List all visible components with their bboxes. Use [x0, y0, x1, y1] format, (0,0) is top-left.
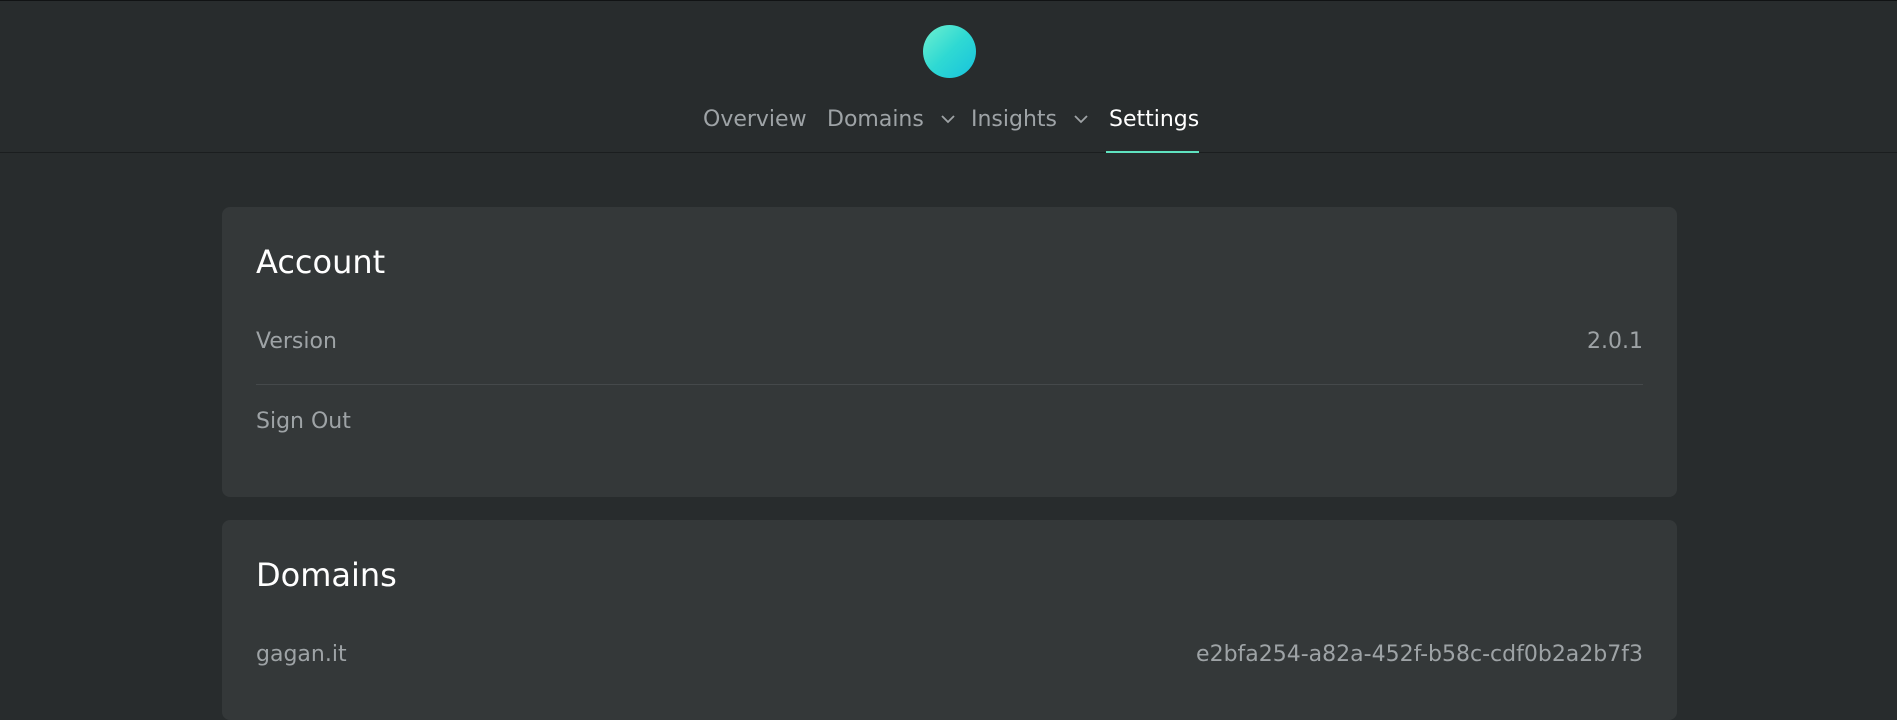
nav-item-insights[interactable]: Insights	[971, 105, 1088, 153]
version-label: Version	[256, 329, 337, 354]
row-divider	[256, 384, 1643, 385]
nav-item-label: Settings	[1109, 107, 1200, 132]
nav-item-domains[interactable]: Domains	[827, 105, 955, 153]
nav-item-settings[interactable]: Settings	[1106, 105, 1199, 153]
nav-item-overview[interactable]: Overview	[703, 105, 807, 153]
chevron-down-icon	[941, 103, 955, 133]
main-nav: Overview Domains Insights Settings	[0, 105, 1897, 153]
active-tab-indicator	[1106, 151, 1199, 153]
sign-out-button[interactable]: Sign Out	[256, 409, 351, 434]
account-title: Account	[256, 243, 386, 281]
domains-title: Domains	[256, 556, 397, 594]
version-value: 2.0.1	[1587, 329, 1643, 354]
domain-id: e2bfa254-a82a-452f-b58c-cdf0b2a2b7f3	[1196, 642, 1643, 667]
domain-name[interactable]: gagan.it	[256, 642, 347, 667]
nav-item-label: Overview	[703, 107, 807, 132]
domains-card: Domains gagan.it e2bfa254-a82a-452f-b58c…	[222, 520, 1677, 720]
app-logo[interactable]	[923, 25, 976, 78]
nav-item-label: Insights	[971, 107, 1058, 132]
top-navigation-header: Overview Domains Insights Settings	[0, 1, 1897, 153]
nav-item-label: Domains	[827, 107, 924, 132]
chevron-down-icon	[1074, 103, 1088, 133]
account-card: Account Version 2.0.1 Sign Out	[222, 207, 1677, 497]
